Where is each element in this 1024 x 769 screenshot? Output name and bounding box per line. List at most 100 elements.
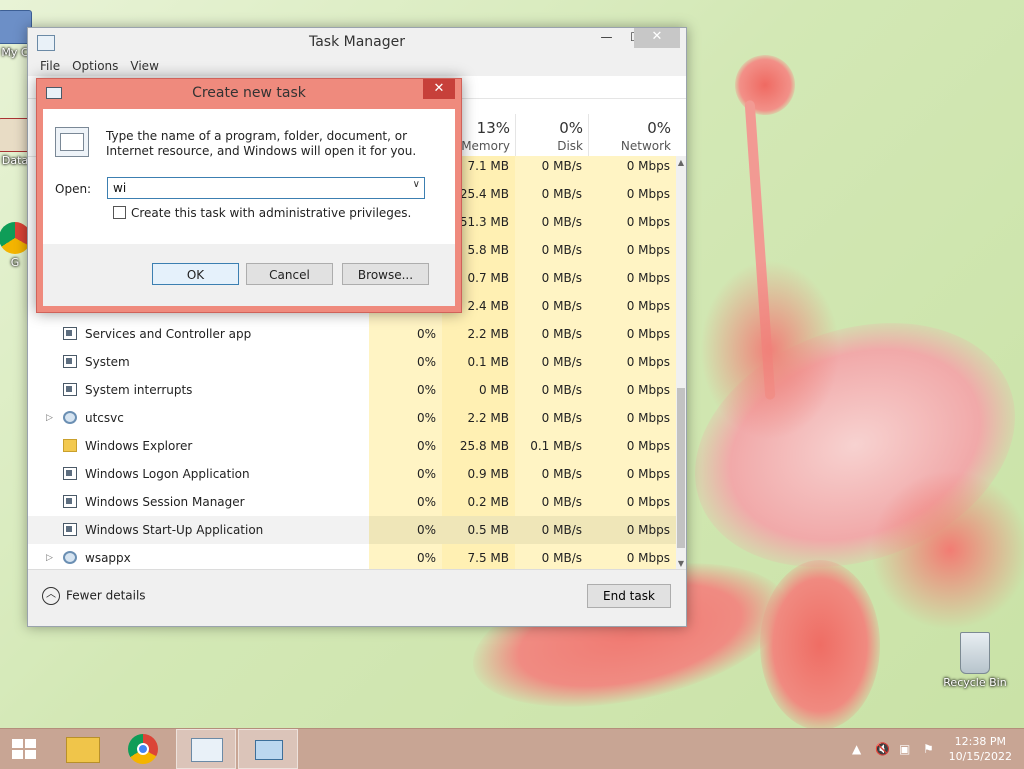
disk-cell: 0 MB/s	[515, 348, 588, 376]
cancel-button[interactable]: Cancel	[246, 263, 333, 285]
taskbar-run-dialog[interactable]	[238, 729, 298, 769]
create-new-task-dialog: Create new task ✕ Type the name of a pro…	[36, 78, 462, 313]
disk-label: Disk	[557, 139, 583, 153]
memory-cell: 0.2 MB	[442, 488, 515, 516]
taskbar: ▲ 🔇 ▣ ⚑ 12:38 PM 10/15/2022	[0, 728, 1024, 769]
process-name: Windows Start-Up Application	[85, 523, 264, 537]
app-window-icon	[63, 523, 77, 536]
disk-cell: 0 MB/s	[515, 488, 588, 516]
memory-cell: 0 MB	[442, 376, 515, 404]
end-task-button[interactable]: End task	[587, 584, 671, 608]
table-row[interactable]: System interrupts 0% 0 MB 0 MB/s 0 Mbps	[28, 376, 676, 404]
dialog-titlebar[interactable]: Create new task ✕	[37, 79, 461, 107]
dialog-close-button[interactable]: ✕	[423, 79, 455, 99]
menu-view[interactable]: View	[124, 56, 164, 76]
app-window-icon	[63, 495, 77, 508]
open-input-value[interactable]: wi	[113, 181, 126, 195]
table-row[interactable]: Windows Session Manager 0% 0.2 MB 0 MB/s 0 M…	[28, 488, 676, 516]
cpu-cell: 0%	[369, 432, 442, 460]
process-name: System interrupts	[85, 383, 193, 397]
app-window-icon	[63, 467, 77, 480]
table-row[interactable]: ▷ utcsvc 0% 2.2 MB 0 MB/s 0 Mbps	[28, 404, 676, 432]
network-cell: 0 Mbps	[588, 376, 676, 404]
chevron-up-icon: ︿	[42, 587, 60, 605]
column-network[interactable]: 0% Network	[588, 114, 677, 156]
table-row[interactable]: ▷ wsappx 0% 7.5 MB 0 MB/s 0 Mbps	[28, 544, 676, 570]
desktop-icon-recycle-bin[interactable]: Recycle Bin	[940, 632, 1010, 689]
browse-button[interactable]: Browse...	[342, 263, 429, 285]
process-name: utcsvc	[85, 411, 124, 425]
folder-icon	[66, 737, 100, 763]
app-window-icon	[63, 327, 77, 340]
windows-logo-icon	[12, 739, 36, 759]
app-window-icon	[63, 383, 77, 396]
volume-muted-icon[interactable]: 🔇	[875, 742, 890, 756]
disk-cell: 0 MB/s	[515, 320, 588, 348]
disk-cell: 0 MB/s	[515, 208, 588, 236]
fewer-details-label: Fewer details	[66, 588, 146, 603]
task-manager-icon	[191, 738, 223, 762]
scroll-down-arrow-icon[interactable]: ▼	[676, 559, 686, 568]
disk-cell: 0 MB/s	[515, 516, 588, 544]
network-cell: 0 Mbps	[588, 516, 676, 544]
clock-date: 10/15/2022	[948, 750, 1012, 763]
chevron-down-icon[interactable]: ∨	[413, 179, 420, 190]
expand-arrow-icon[interactable]: ▷	[46, 544, 53, 570]
memory-cell: 0.5 MB	[442, 516, 515, 544]
checkbox-box[interactable]	[113, 206, 126, 219]
admin-privileges-checkbox[interactable]: Create this task with administrative pri…	[113, 206, 411, 220]
gear-icon	[63, 411, 77, 424]
disk-cell: 0 MB/s	[515, 180, 588, 208]
dialog-body: Type the name of a program, folder, docu…	[43, 109, 455, 306]
fewer-details-link[interactable]: ︿ Fewer details	[42, 587, 146, 605]
close-button[interactable]: ✕	[634, 28, 680, 48]
disk-cell: 0 MB/s	[515, 236, 588, 264]
network-cell: 0 Mbps	[588, 320, 676, 348]
taskbar-task-manager[interactable]	[176, 729, 236, 769]
table-row[interactable]: Windows Explorer 0% 25.8 MB 0.1 MB/s 0 Mbps	[28, 432, 676, 460]
scroll-up-arrow-icon[interactable]: ▲	[676, 158, 686, 167]
dialog-title: Create new task	[192, 85, 306, 101]
expand-arrow-icon[interactable]: ▷	[46, 404, 53, 432]
process-name: wsappx	[85, 551, 131, 565]
memory-cell: 2.2 MB	[442, 404, 515, 432]
column-disk[interactable]: 0% Disk	[515, 114, 589, 156]
disk-cell: 0 MB/s	[515, 460, 588, 488]
taskbar-file-explorer[interactable]	[52, 729, 112, 769]
taskbar-chrome[interactable]	[114, 729, 174, 769]
network-cell: 0 Mbps	[588, 292, 676, 320]
scroll-thumb[interactable]	[677, 388, 685, 548]
cpu-cell: 0%	[369, 320, 442, 348]
dialog-description: Type the name of a program, folder, docu…	[106, 129, 417, 158]
table-row[interactable]: Windows Logon Application 0% 0.9 MB 0 MB/s 0…	[28, 460, 676, 488]
menu-options[interactable]: Options	[66, 56, 124, 76]
network-percent: 0%	[647, 119, 671, 137]
cpu-cell: 0%	[369, 460, 442, 488]
table-row[interactable]: Windows Start-Up Application 0% 0.5 MB 0 MB…	[28, 516, 676, 544]
network-cell: 0 Mbps	[588, 348, 676, 376]
task-manager-footer: ︿ Fewer details End task	[28, 569, 686, 626]
show-hidden-icons-chevron-icon[interactable]: ▲	[852, 742, 861, 756]
start-button[interactable]	[0, 729, 48, 769]
task-manager-titlebar[interactable]: Task Manager — ☐ ✕	[28, 28, 686, 56]
table-row[interactable]: System 0% 0.1 MB 0 MB/s 0 Mbps	[28, 348, 676, 376]
disk-cell: 0 MB/s	[515, 264, 588, 292]
table-row[interactable]: Services and Controller app 0% 2.2 MB 0 MB/…	[28, 320, 676, 348]
menu-file[interactable]: File	[34, 56, 66, 76]
ok-button[interactable]: OK	[152, 263, 239, 285]
window-title: Task Manager	[308, 34, 406, 50]
cpu-cell: 0%	[369, 488, 442, 516]
network-cell: 0 Mbps	[588, 488, 676, 516]
minimize-button[interactable]: —	[593, 28, 620, 48]
open-combobox[interactable]: wi ∨	[107, 177, 425, 199]
network-cell: 0 Mbps	[588, 544, 676, 570]
vertical-scrollbar[interactable]: ▲ ▼	[676, 156, 686, 570]
network-cell: 0 Mbps	[588, 264, 676, 292]
network-icon[interactable]: ▣	[899, 742, 910, 756]
network-label: Network	[620, 139, 671, 153]
cpu-cell: 0%	[369, 376, 442, 404]
process-name: Windows Logon Application	[85, 467, 250, 481]
taskbar-clock[interactable]: 12:38 PM 10/15/2022	[949, 734, 1012, 764]
disk-cell: 0.1 MB/s	[515, 432, 588, 460]
action-center-flag-icon[interactable]: ⚑	[923, 742, 934, 756]
